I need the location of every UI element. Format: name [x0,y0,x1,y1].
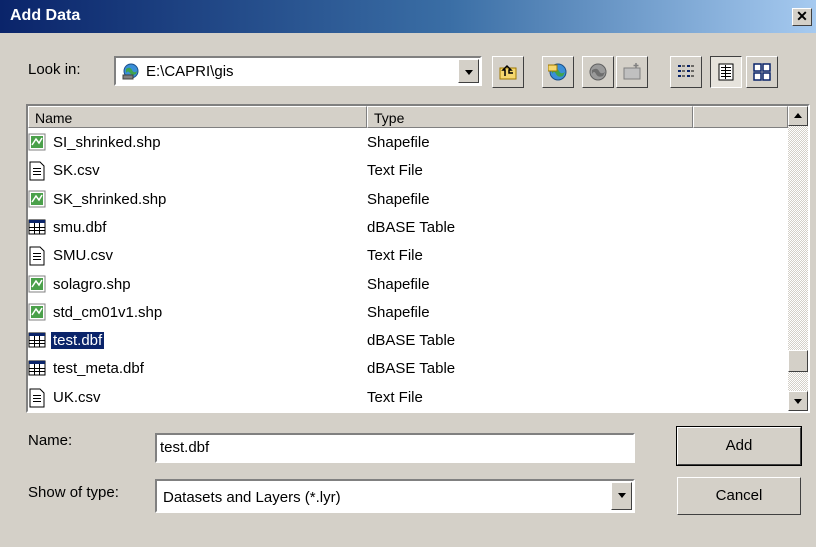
up-folder-icon [499,64,517,80]
file-name: std_cm01v1.shp [53,303,163,321]
text-file-icon [28,161,46,181]
name-input[interactable] [160,439,589,456]
file-name: UK.csv [53,388,101,406]
shapefile-icon [28,133,46,153]
name-label: Name: [28,432,73,449]
scroll-down-button[interactable] [788,391,808,411]
file-type: dBASE Table [367,360,456,378]
show-of-type-dropdown-button[interactable] [611,482,632,510]
look-in-label: Look in: [28,61,81,78]
file-row[interactable]: smu.dbf dBASE Table [28,215,788,243]
file-type: dBASE Table [367,218,456,236]
close-button[interactable]: ✕ [792,8,812,26]
file-name: SK.csv [53,162,100,180]
file-type: Text File [367,162,423,180]
file-row[interactable]: solagro.shp Shapefile [28,272,788,300]
file-row[interactable]: SK_shrinked.shp Shapefile [28,187,788,215]
file-row[interactable]: test_meta.dbf dBASE Table [28,356,788,384]
file-row[interactable]: test.dbf dBASE Table [28,328,788,356]
list-view-button[interactable] [670,56,702,88]
file-row[interactable]: UK.csv Text File [28,385,788,411]
thumbnails-view-button[interactable] [746,56,778,88]
details-view-button[interactable] [710,56,742,88]
disconnect-folder-icon [589,63,607,81]
connect-to-folder-button[interactable] [542,56,574,88]
file-name: solagro.shp [53,275,131,293]
disconnect-folder-button[interactable] [582,56,614,88]
name-field[interactable] [155,433,635,463]
window-title: Add Data [10,7,81,24]
show-of-type-combo[interactable]: Datasets and Layers (*.lyr) [155,479,635,513]
file-name: test_meta.dbf [53,360,144,378]
look-in-path: E:\CAPRI\gis [146,63,234,80]
new-folder-icon [623,63,641,80]
file-type: Shapefile [367,134,430,151]
column-header-empty[interactable] [693,106,788,128]
file-name: SMU.csv [53,247,113,265]
connect-folder-icon [548,63,567,81]
scroll-up-button[interactable] [788,106,808,126]
file-name: test.dbf [49,331,106,351]
column-header-name[interactable]: Name [28,106,367,128]
file-type: Shapefile [367,190,430,208]
text-file-icon [28,246,46,266]
dbase-table-icon [28,218,46,238]
scroll-thumb[interactable] [788,350,808,372]
file-type: Text File [367,388,423,406]
network-drive-icon [122,63,139,80]
add-button[interactable]: Add [676,426,802,466]
file-row[interactable]: SMU.csv Text File [28,243,788,271]
shapefile-icon [28,275,46,295]
dbase-table-icon [28,359,46,379]
cancel-button[interactable]: Cancel [677,477,801,515]
title-bar[interactable]: Add Data ✕ [0,0,816,33]
list-view-icon [678,65,694,77]
file-type: Text File [367,247,423,265]
column-header-type[interactable]: Type [367,106,693,128]
file-type: dBASE Table [367,332,456,350]
new-folder-button[interactable] [616,56,648,88]
vertical-scrollbar[interactable] [788,106,808,411]
file-name: SK_shrinked.shp [53,190,167,208]
file-type: Shapefile [367,303,430,321]
look-in-combo[interactable]: E:\CAPRI\gis [114,56,482,86]
dbase-table-icon [28,331,46,351]
details-view-icon [718,63,734,81]
look-in-dropdown-button[interactable] [458,59,479,83]
close-icon: ✕ [796,8,808,24]
file-list[interactable]: Name Type SI_shrinked.shp Shapefile SK.csv… [26,104,810,413]
file-type: Shapefile [367,275,430,293]
shapefile-icon [28,303,46,323]
file-row[interactable]: SI_shrinked.shp Shapefile [28,130,788,158]
show-of-type-label: Show of type: [28,484,119,501]
up-one-level-button[interactable] [492,56,524,88]
text-file-icon [28,388,46,408]
file-name: SI_shrinked.shp [53,134,161,151]
show-of-type-value: Datasets and Layers (*.lyr) [163,489,341,506]
file-row[interactable]: std_cm01v1.shp Shapefile [28,300,788,328]
file-row[interactable]: SK.csv Text File [28,158,788,186]
thumbnails-view-icon [753,63,771,81]
shapefile-icon [28,190,46,210]
file-name: smu.dbf [53,218,107,236]
